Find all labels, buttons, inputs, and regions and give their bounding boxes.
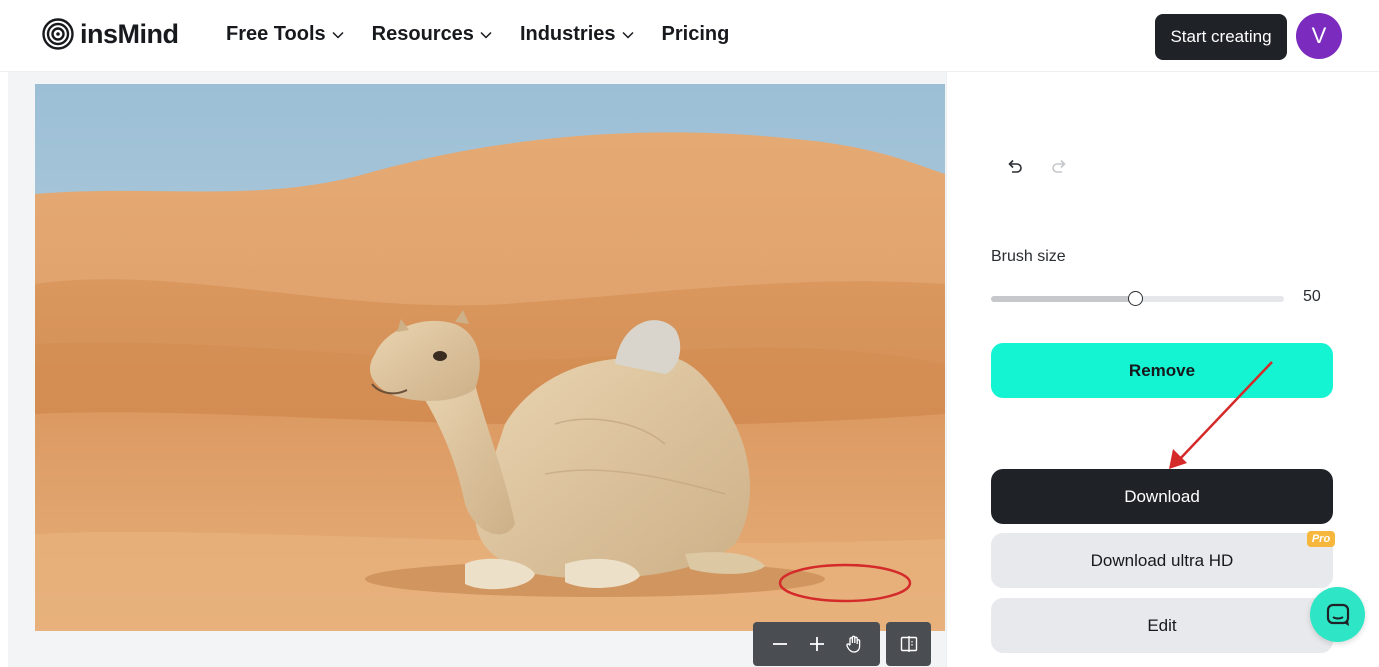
zoom-out-button[interactable] bbox=[765, 629, 795, 659]
slider-handle[interactable] bbox=[1128, 291, 1143, 306]
chat-icon bbox=[1326, 603, 1349, 626]
chevron-down-icon bbox=[621, 31, 634, 39]
editable-image[interactable] bbox=[35, 84, 945, 631]
brand-name: insMind bbox=[80, 18, 179, 49]
slider-fill bbox=[991, 296, 1135, 302]
chevron-down-icon bbox=[480, 31, 492, 39]
nav-label: Resources bbox=[371, 23, 474, 45]
chat-support-button[interactable] bbox=[1310, 587, 1365, 642]
pan-button[interactable] bbox=[839, 629, 869, 659]
brush-size-slider[interactable] bbox=[991, 291, 1284, 306]
zoom-in-button[interactable] bbox=[802, 629, 832, 659]
nav-resources[interactable]: Resources bbox=[372, 23, 492, 46]
main-nav: Free Tools Resources Industries Pricing bbox=[226, 23, 729, 46]
nav-pricing[interactable]: Pricing bbox=[662, 23, 730, 46]
annotation-arrow bbox=[1169, 361, 1273, 469]
download-button[interactable]: Download bbox=[991, 469, 1333, 524]
camel-desert-photo bbox=[35, 84, 945, 631]
canvas-zoom-toolbar bbox=[753, 622, 880, 666]
top-navigation-bar: insMind Free Tools Resources Industries … bbox=[0, 0, 1379, 72]
brand-logo[interactable]: insMind bbox=[42, 18, 179, 50]
start-creating-button[interactable]: Start creating bbox=[1155, 14, 1287, 60]
redo-icon[interactable] bbox=[1048, 155, 1072, 179]
brush-size-label: Brush size bbox=[991, 248, 1066, 265]
nav-label: Pricing bbox=[661, 23, 730, 45]
minus-icon bbox=[772, 643, 787, 645]
left-gutter bbox=[0, 72, 8, 667]
hand-icon bbox=[845, 635, 860, 653]
nav-label: Industries bbox=[519, 23, 616, 45]
brush-size-value: 50 bbox=[1303, 288, 1321, 305]
plus-icon bbox=[809, 637, 824, 651]
user-avatar[interactable]: V bbox=[1296, 13, 1342, 59]
pro-badge: Pro bbox=[1307, 531, 1335, 547]
compare-icon bbox=[900, 636, 917, 652]
chevron-down-icon bbox=[332, 31, 344, 39]
nav-free-tools[interactable]: Free Tools bbox=[226, 23, 344, 46]
logo-swirl-icon bbox=[42, 18, 74, 50]
nav-industries[interactable]: Industries bbox=[520, 23, 634, 46]
nav-label: Free Tools bbox=[226, 23, 326, 45]
compare-button[interactable] bbox=[886, 622, 931, 666]
edit-button[interactable]: Edit bbox=[991, 598, 1333, 653]
undo-icon[interactable] bbox=[1002, 155, 1026, 179]
download-ultra-hd-button[interactable]: Download ultra HD bbox=[991, 533, 1333, 588]
